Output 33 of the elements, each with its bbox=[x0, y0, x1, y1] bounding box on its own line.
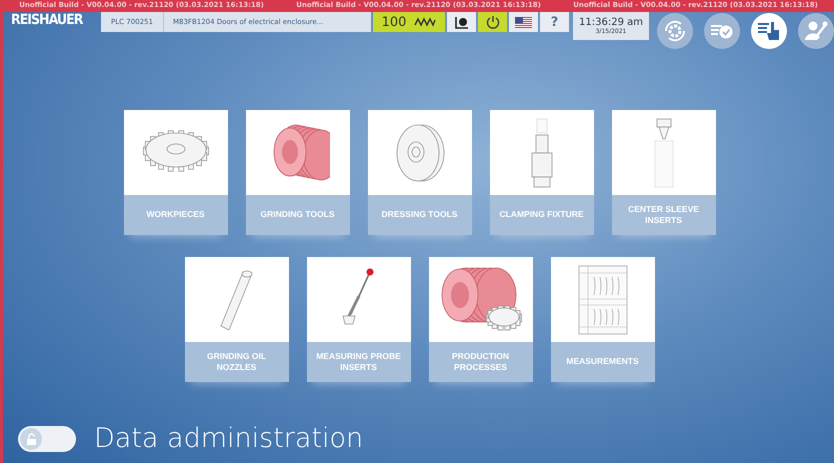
clock-time: 11:36:29 am bbox=[579, 17, 643, 28]
category-tile[interactable]: GRINDING TOOLS bbox=[246, 110, 350, 235]
zigzag-icon bbox=[414, 17, 436, 27]
nav-button[interactable] bbox=[657, 13, 693, 49]
nav-button[interactable] bbox=[704, 13, 740, 49]
lock-toggle[interactable] bbox=[18, 426, 76, 452]
power-icon bbox=[486, 15, 500, 29]
category-tile[interactable]: DRESSING TOOLS bbox=[368, 110, 472, 235]
category-tile[interactable]: MEASURING PROBE INSERTS bbox=[306, 257, 410, 382]
language-button[interactable] bbox=[509, 12, 538, 32]
category-tile[interactable]: CENTER SLEEVE INSERTS bbox=[612, 110, 716, 235]
help-text: ? bbox=[550, 14, 558, 30]
logo: REISHAUER bbox=[11, 12, 84, 28]
help-button[interactable]: ? bbox=[540, 12, 569, 32]
power-button[interactable] bbox=[478, 12, 507, 32]
measurement-sheet-drawing bbox=[578, 264, 628, 334]
page-title: Data administration bbox=[94, 423, 364, 454]
list-hand-icon bbox=[757, 20, 781, 42]
category-tile[interactable]: WORKPIECES bbox=[124, 110, 228, 235]
category-tile[interactable]: PRODUCTION PROCESSES bbox=[428, 257, 532, 382]
user-wrench-icon bbox=[804, 20, 828, 42]
category-tile[interactable]: GRINDING OIL NOZZLES bbox=[184, 257, 288, 382]
gear-cycle-icon bbox=[663, 19, 687, 43]
feed-rate-button[interactable]: 100 bbox=[373, 12, 445, 32]
category-tile[interactable]: MEASUREMENTS bbox=[550, 257, 654, 382]
nav-button[interactable] bbox=[751, 13, 787, 49]
feed-rate-value: 100 bbox=[382, 14, 406, 30]
camera-icon bbox=[454, 16, 468, 28]
camera-button[interactable] bbox=[447, 12, 476, 32]
category-tile[interactable]: CLAMPING FIXTURE bbox=[490, 110, 594, 235]
flag-icon bbox=[515, 16, 532, 28]
nav-button[interactable] bbox=[798, 13, 834, 49]
open-lock-icon bbox=[26, 432, 36, 444]
